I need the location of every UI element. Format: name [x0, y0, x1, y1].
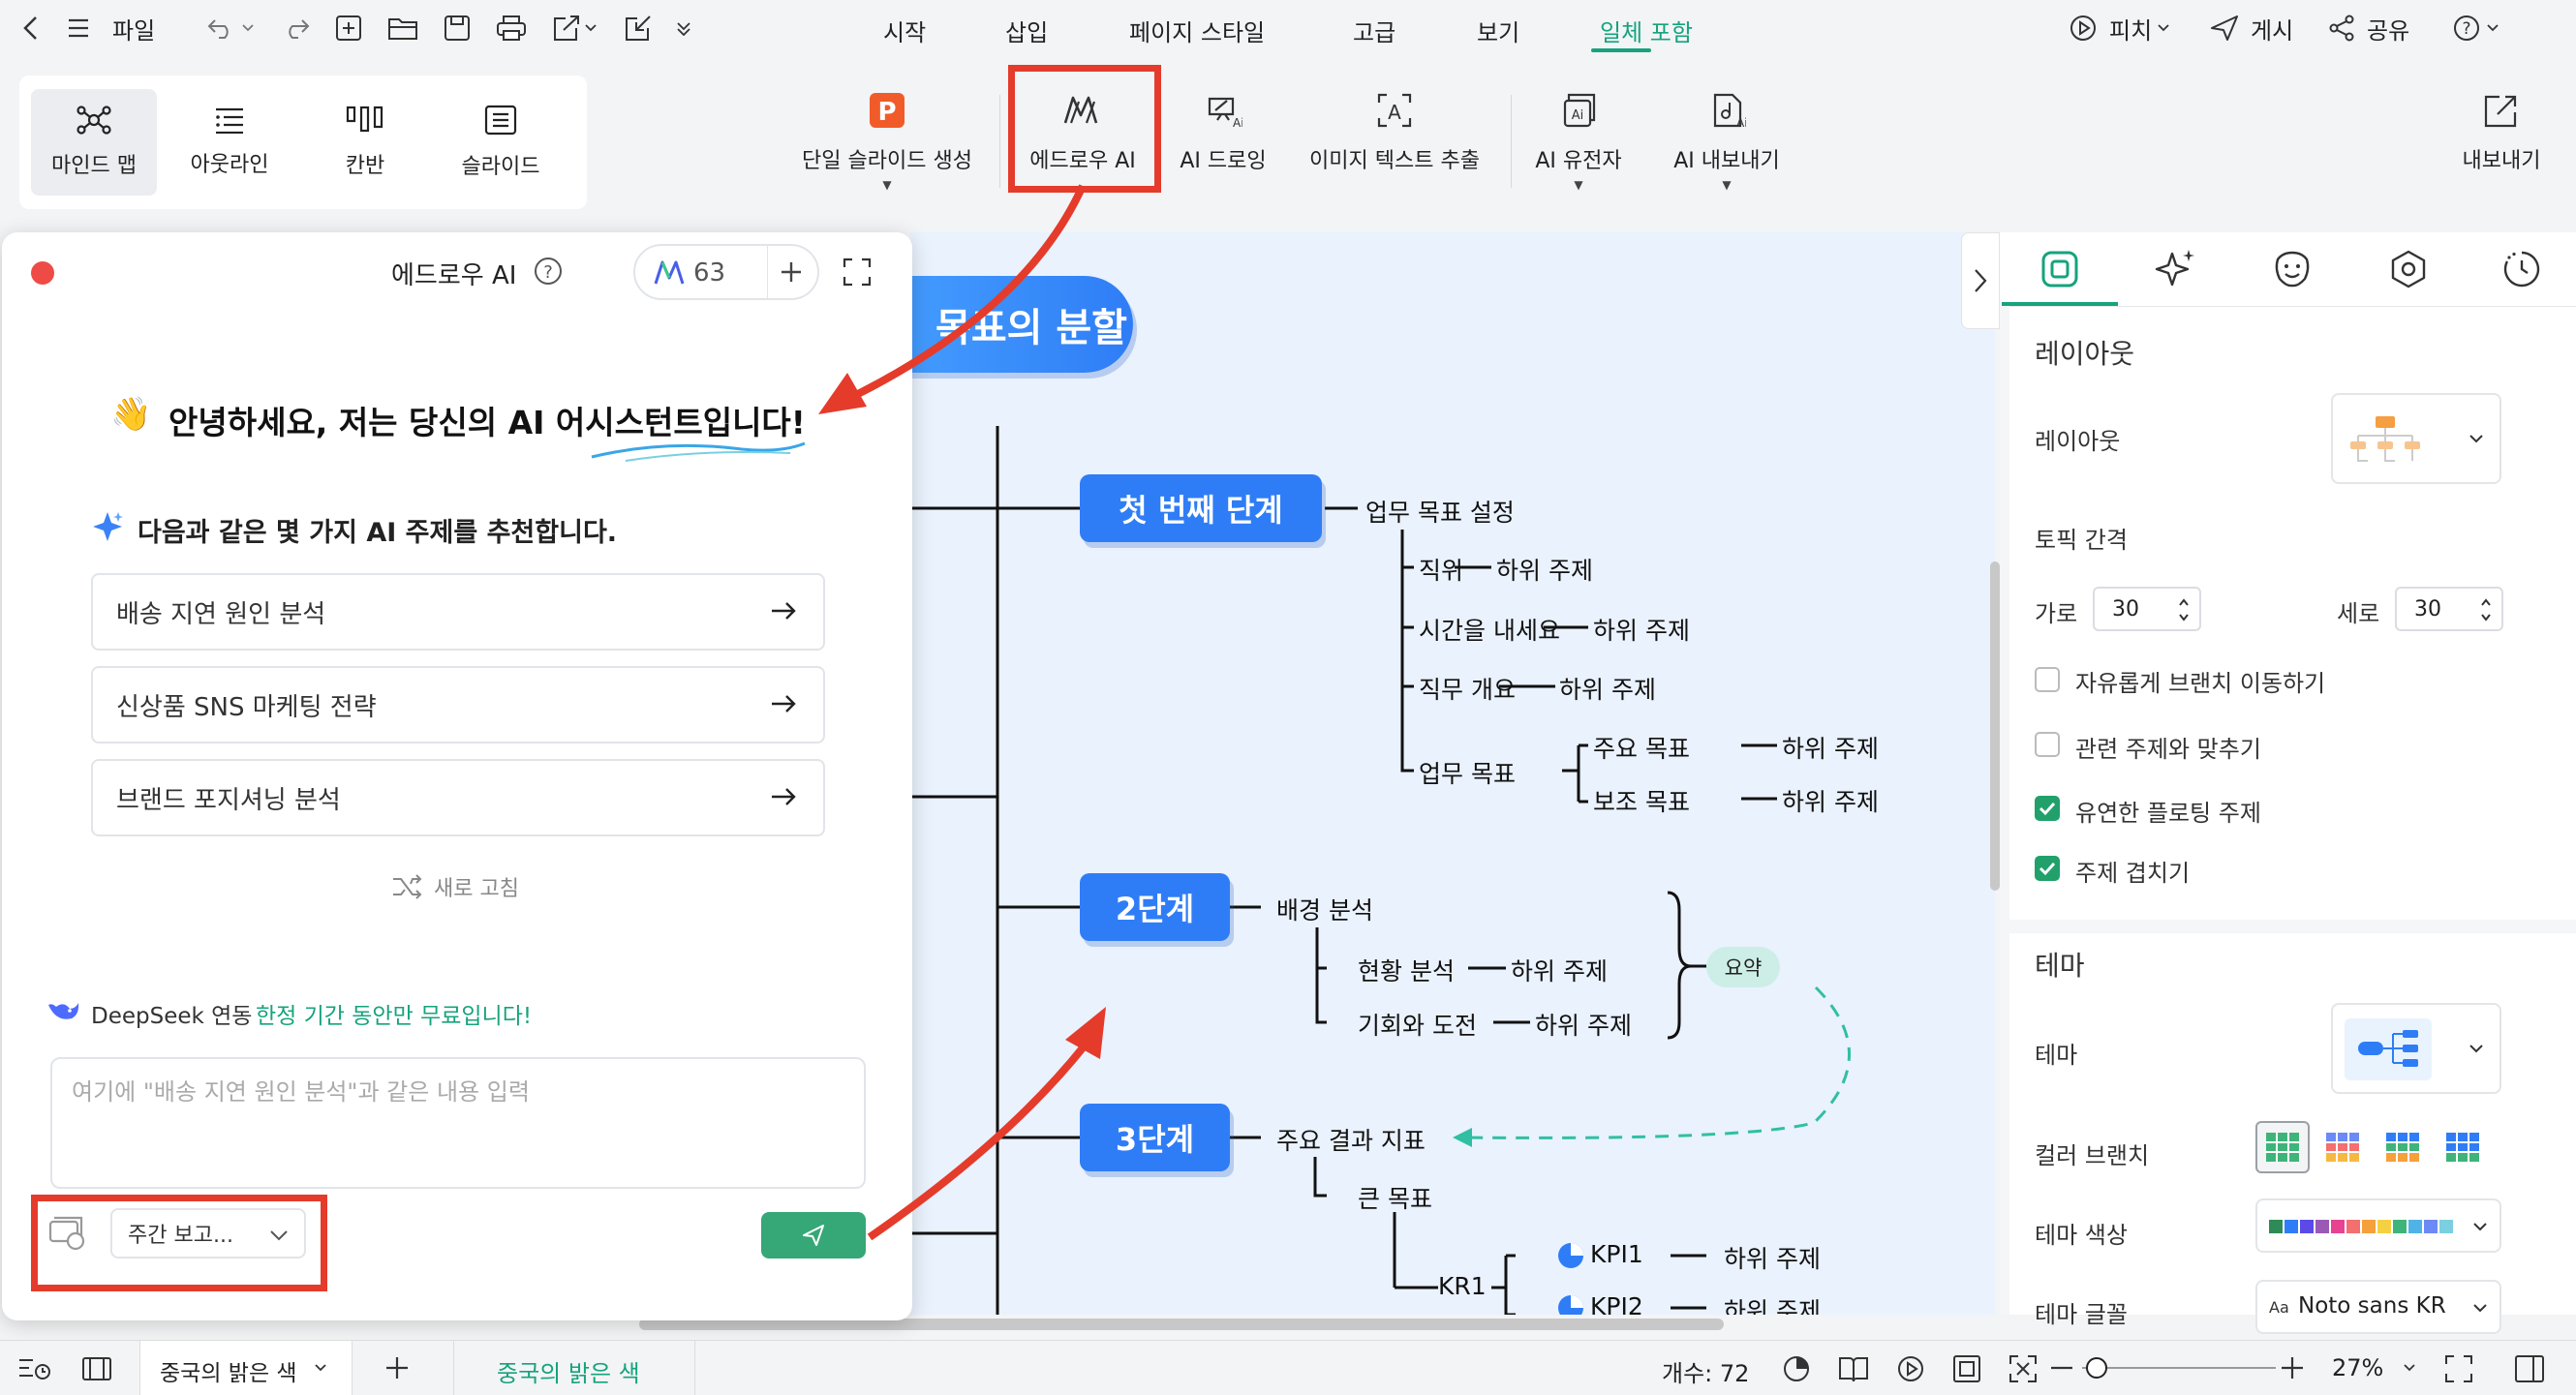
- chevron-down-icon: [2469, 435, 2483, 443]
- theme-dropdown[interactable]: [2331, 1003, 2501, 1094]
- book-icon[interactable]: [1838, 1354, 1869, 1383]
- check-icon: [2039, 802, 2056, 816]
- theme-color-dropdown[interactable]: [2255, 1198, 2501, 1253]
- fit-screen-icon[interactable]: [2009, 1354, 2038, 1383]
- zoom-level[interactable]: 27%: [2332, 1354, 2383, 1381]
- free-branch-label: 자유롭게 브랜치 이동하기: [2075, 670, 2326, 697]
- horizontal-label: 가로: [2035, 600, 2078, 627]
- horizontal-spacing-value: 30: [2112, 596, 2139, 622]
- theme-label: 테마: [2035, 1042, 2078, 1069]
- zoom-in-icon[interactable]: [2282, 1357, 2303, 1379]
- align-related-label: 관련 주제와 맞추기: [2075, 736, 2261, 763]
- active-page-tab-label: 중국의 밝은 색: [497, 1360, 640, 1387]
- layout-dropdown[interactable]: [2331, 393, 2501, 484]
- theme-color-label: 테마 색상: [2035, 1222, 2128, 1249]
- stepper-icon[interactable]: [2480, 596, 2492, 623]
- chevron-down-icon: [2469, 1045, 2483, 1053]
- collapse-panel-toggle[interactable]: [1961, 232, 2000, 329]
- align-related-checkbox[interactable]: [2035, 732, 2060, 757]
- color-branch-option[interactable]: [2376, 1121, 2430, 1173]
- tab-layout[interactable]: [2002, 232, 2118, 306]
- zoom-slider-thumb[interactable]: [2086, 1357, 2107, 1379]
- smiley-icon: [2275, 251, 2310, 288]
- free-branch-checkbox[interactable]: [2035, 667, 2060, 692]
- vertical-spacing-input[interactable]: 30: [2395, 587, 2503, 631]
- page-tab-dropdown[interactable]: 중국의 밝은 색: [139, 1341, 353, 1395]
- tab-ai-style[interactable]: [2118, 232, 2234, 306]
- tab-history[interactable]: [2467, 232, 2576, 306]
- theme-preview-icon: [2345, 1018, 2432, 1080]
- sidebar-toggle-icon[interactable]: [2514, 1354, 2545, 1383]
- fit-page-icon[interactable]: [1952, 1354, 1981, 1383]
- zoom-dropdown-icon[interactable]: [2404, 1364, 2415, 1372]
- color-branch-option[interactable]: [2255, 1121, 2310, 1173]
- color-branch-option[interactable]: [2436, 1121, 2490, 1173]
- flexible-floating-checkbox[interactable]: [2035, 796, 2060, 821]
- page-panel-icon[interactable]: [81, 1356, 112, 1381]
- outline-toggle-icon[interactable]: [17, 1356, 52, 1381]
- theme-font-dropdown[interactable]: Aa Noto sans KR: [2255, 1280, 2501, 1334]
- add-page-icon[interactable]: [383, 1354, 411, 1381]
- check-icon: [2039, 862, 2056, 876]
- presentation-play-icon[interactable]: [1896, 1354, 1925, 1383]
- font-value: Noto sans KR: [2298, 1293, 2446, 1319]
- layout-tab-icon: [2041, 251, 2078, 288]
- font-prefix: Aa: [2269, 1298, 2289, 1317]
- layout-preview-icon: [2350, 416, 2420, 462]
- properties-panel: 레이아웃 레이아웃 토픽 간격 가로 30 세로 30 자유롭게 브랜치 이동하…: [2000, 232, 2576, 1334]
- clock-icon: [2503, 251, 2539, 288]
- flexible-floating-label: 유연한 플로팅 주제: [2075, 800, 2261, 827]
- stepper-icon[interactable]: [2178, 596, 2190, 623]
- page-tab[interactable]: 중국의 밝은 색: [453, 1341, 695, 1395]
- status-bar: 중국의 밝은 색 중국의 밝은 색 개수: 72 27%: [0, 1340, 2576, 1395]
- tab-icons[interactable]: [2234, 232, 2350, 306]
- overlap-topic-checkbox[interactable]: [2035, 856, 2060, 881]
- color-branch-label: 컬러 브랜치: [2035, 1142, 2150, 1169]
- overlap-topic-label: 주제 겹치기: [2075, 860, 2191, 887]
- horizontal-spacing-input[interactable]: 30: [2093, 587, 2201, 631]
- chevron-down-icon: [315, 1364, 326, 1372]
- sparkle-icon: [2155, 250, 2194, 287]
- gear-icon: [2391, 250, 2426, 288]
- theme-font-label: 테마 글꼴: [2035, 1301, 2128, 1328]
- chevron-down-icon: [2473, 1223, 2487, 1231]
- element-count: 개수: 72: [1662, 1360, 1750, 1387]
- theme-section-title: 테마: [2035, 950, 2085, 982]
- fullscreen-icon[interactable]: [2444, 1354, 2473, 1383]
- layout-label: 레이아웃: [2035, 428, 2121, 455]
- zoom-slider-track[interactable]: [2082, 1367, 2276, 1369]
- chevron-right-icon: [1975, 269, 1987, 292]
- color-palette-swatch: [2269, 1220, 2453, 1233]
- topic-spacing-label: 토픽 간격: [2035, 527, 2128, 554]
- zoom-out-icon[interactable]: [2051, 1366, 2072, 1370]
- color-branch-option[interactable]: [2315, 1121, 2370, 1173]
- tab-settings[interactable]: [2350, 232, 2467, 306]
- vertical-spacing-value: 30: [2414, 596, 2441, 622]
- chevron-down-icon: [2473, 1304, 2487, 1313]
- focus-mode-icon[interactable]: [1782, 1354, 1811, 1383]
- page-tab-label: 중국의 밝은 색: [160, 1361, 297, 1386]
- vertical-label: 세로: [2337, 600, 2380, 627]
- layout-section-title: 레이아웃: [2035, 338, 2135, 370]
